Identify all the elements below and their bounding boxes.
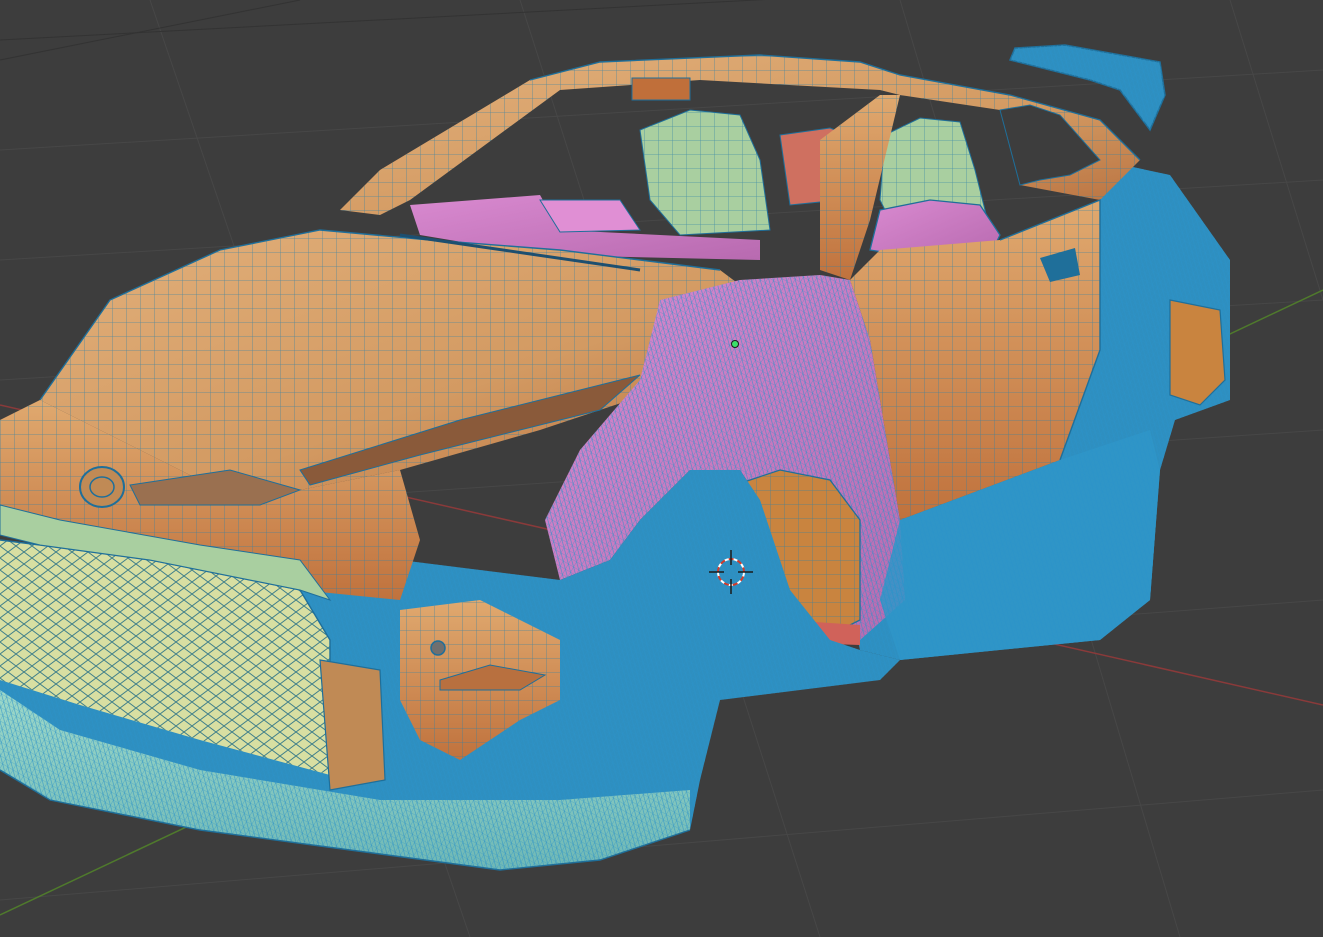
3d-viewport[interactable]: [0, 0, 1323, 937]
car-mesh[interactable]: [0, 44, 1230, 871]
tow-hook: [430, 640, 446, 656]
object-origin-icon: [731, 340, 739, 348]
viewport-canvas[interactable]: [0, 0, 1323, 937]
roof-light: [631, 77, 691, 101]
fog-light-housing: [319, 659, 386, 791]
brand-emblem: [79, 466, 125, 508]
